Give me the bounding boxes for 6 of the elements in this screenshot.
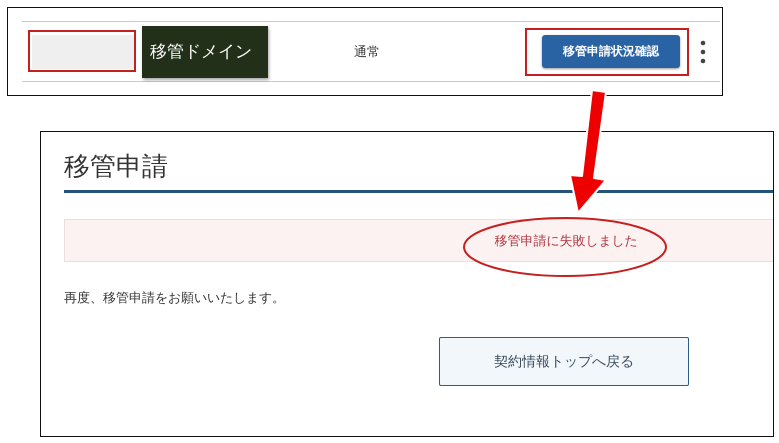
status-text: 通常 — [354, 44, 380, 60]
transfer-status-button[interactable]: 移管申請状況確認 — [542, 35, 680, 68]
error-alert: 移管申請に失敗しました — [64, 219, 773, 262]
back-to-contract-button[interactable]: 契約情報トップへ戻る — [439, 337, 689, 386]
domain-label: 移管ドメイン — [142, 26, 268, 78]
retry-message: 再度、移管申請をお願いいたします。 — [64, 290, 286, 307]
